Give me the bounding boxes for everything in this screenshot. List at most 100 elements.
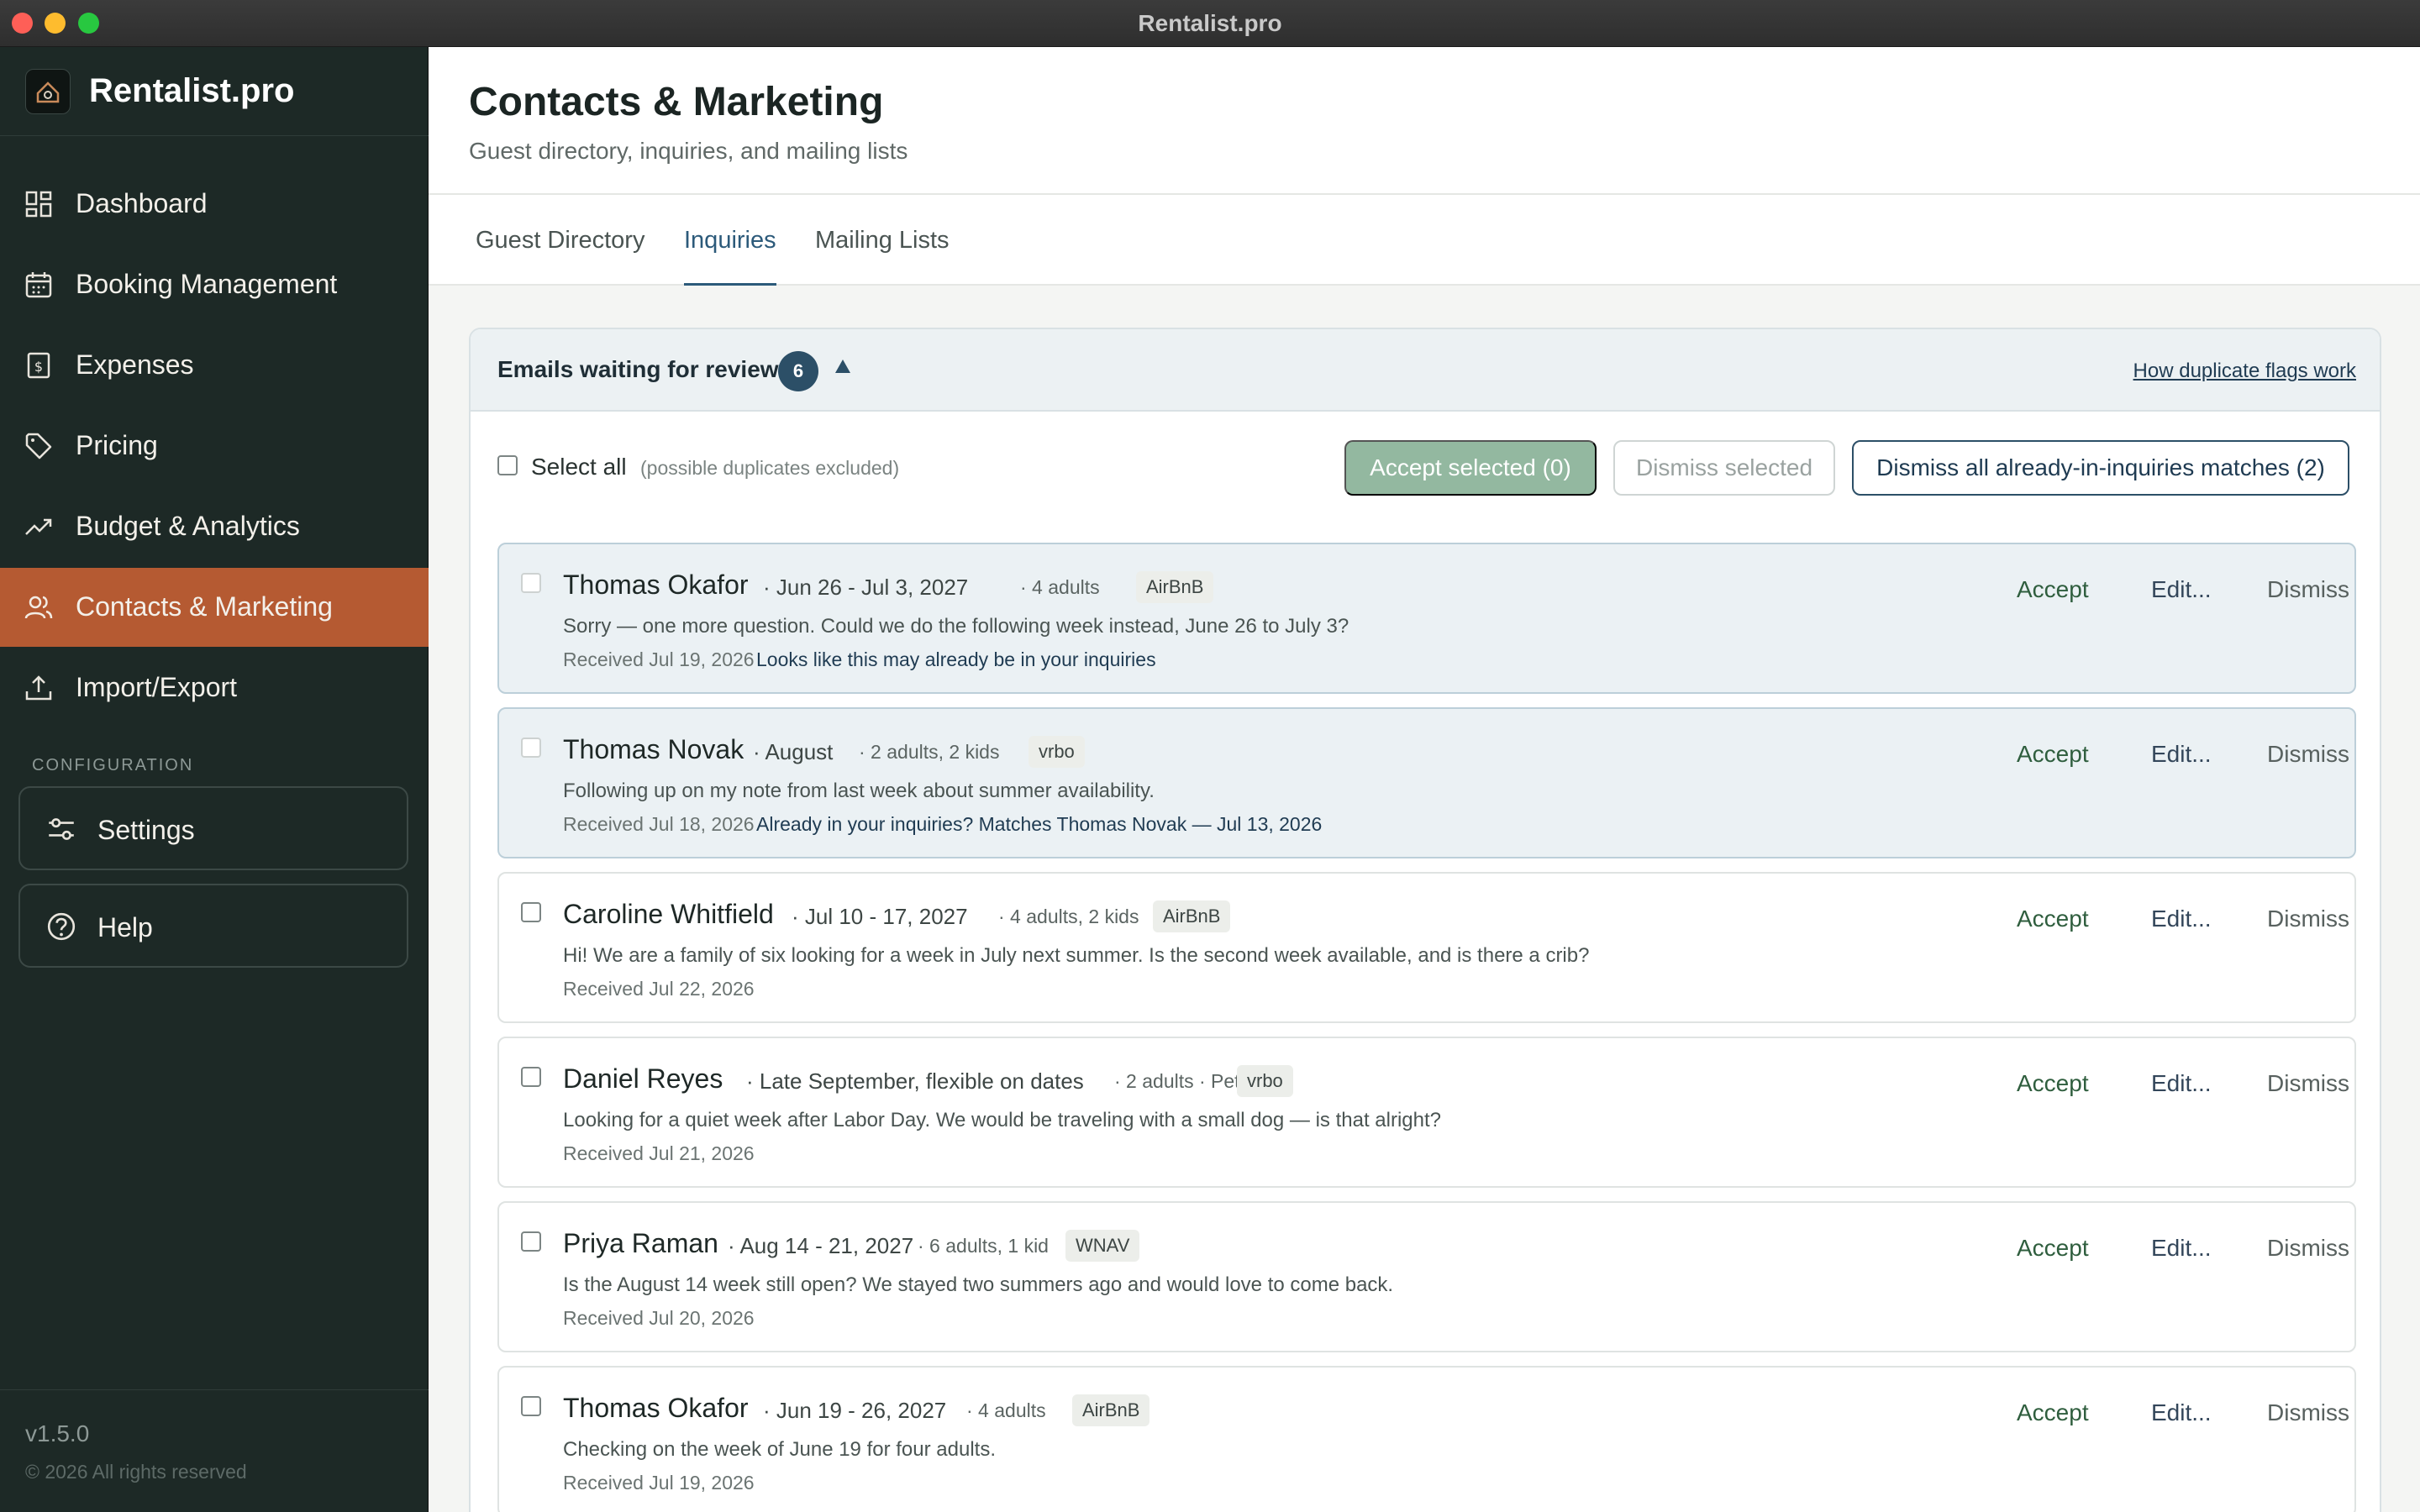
source-badge: AirBnB xyxy=(1136,571,1214,603)
source-badge: AirBnB xyxy=(1072,1394,1150,1426)
tag-icon xyxy=(25,433,52,459)
dismiss-button[interactable]: Dismiss xyxy=(2267,1399,2349,1426)
window-title: Rentalist.pro xyxy=(1138,10,1282,36)
sidebar-item-label: Expenses xyxy=(76,349,194,380)
edit-button[interactable]: Edit... xyxy=(2151,1070,2212,1097)
edit-button[interactable]: Edit... xyxy=(2151,576,2212,603)
edit-button[interactable]: Edit... xyxy=(2151,906,2212,932)
accept-button[interactable]: Accept xyxy=(2017,906,2089,932)
sidebar-item-dashboard[interactable]: Dashboard xyxy=(0,165,429,244)
guest-name: Caroline Whitfield xyxy=(563,899,774,929)
review-panel-header[interactable]: Emails waiting for review 6 How duplicat… xyxy=(471,329,2380,412)
inquiry-card: Priya Raman · Aug 14 - 21, 2027 · 6 adul… xyxy=(497,1201,2356,1352)
edit-button[interactable]: Edit... xyxy=(2151,1235,2212,1262)
settings-button[interactable]: Settings xyxy=(18,786,408,870)
sidebar-item-contacts-marketing[interactable]: Contacts & Marketing xyxy=(0,568,429,647)
inquiry-card: Thomas Okafor · Jun 19 - 26, 2027 · 4 ad… xyxy=(497,1366,2356,1512)
guest-count: · 4 adults xyxy=(1020,576,1100,598)
help-button[interactable]: Help xyxy=(18,884,408,968)
inquiry-checkbox[interactable] xyxy=(521,902,541,922)
main-content: Contacts & Marketing Guest directory, in… xyxy=(429,47,2420,1512)
collapse-caret-icon[interactable] xyxy=(835,360,850,373)
page-header: Contacts & Marketing Guest directory, in… xyxy=(429,47,2420,195)
sidebar-item-label: Import/Export xyxy=(76,672,238,702)
guest-count: · 2 adults, 2 kids xyxy=(859,741,1000,763)
dismiss-button[interactable]: Dismiss xyxy=(2267,906,2349,932)
review-panel-title: Emails waiting for review xyxy=(497,356,779,382)
inquiry-card: Daniel Reyes · Late September, flexible … xyxy=(497,1037,2356,1188)
stay-dates: · Late September, flexible on dates xyxy=(746,1068,1084,1094)
sidebar-item-label: Contacts & Marketing xyxy=(76,591,333,622)
guest-name: Priya Raman xyxy=(563,1228,718,1258)
select-all-checkbox[interactable] xyxy=(497,455,518,475)
dismiss-all-matches-button[interactable]: Dismiss all already-in-inquiries matches… xyxy=(1852,440,2349,496)
inquiry-checkbox[interactable] xyxy=(521,738,541,758)
app-logo-icon xyxy=(25,69,71,114)
accept-button[interactable]: Accept xyxy=(2017,1399,2089,1426)
brand: Rentalist.pro xyxy=(0,47,429,136)
inquiry-card: Thomas Novak · August · 2 adults, 2 kids… xyxy=(497,707,2356,858)
select-all-note: (possible duplicates excluded) xyxy=(640,457,900,479)
edit-button[interactable]: Edit... xyxy=(2151,741,2212,768)
sidebar-item-label: Budget & Analytics xyxy=(76,511,300,541)
dismiss-button[interactable]: Dismiss xyxy=(2267,741,2349,768)
sidebar-item-budget-analytics[interactable]: Budget & Analytics xyxy=(0,487,429,566)
duplicate-flag: Already in your inquiries? Matches Thoma… xyxy=(756,813,1323,835)
sidebar-item-expenses[interactable]: $ Expenses xyxy=(0,326,429,405)
accept-button[interactable]: Accept xyxy=(2017,1235,2089,1262)
inquiry-message: Is the August 14 week still open? We sta… xyxy=(563,1273,1394,1296)
stay-dates: · Jun 19 - 26, 2027 xyxy=(763,1398,947,1423)
received-date: Received Jul 20, 2026 xyxy=(563,1307,755,1329)
settings-label: Settings xyxy=(97,815,195,845)
guest-name: Thomas Okafor xyxy=(563,1393,749,1423)
accept-selected-button[interactable]: Accept selected (0) xyxy=(1344,440,1597,496)
tab-mailing-lists[interactable]: Mailing Lists xyxy=(815,227,950,286)
brand-name: Rentalist.pro xyxy=(89,72,295,109)
help-label: Help xyxy=(97,912,153,942)
sidebar-item-import-export[interactable]: Import/Export xyxy=(0,648,429,727)
copyright: © 2026 All rights reserved xyxy=(25,1461,247,1483)
window-titlebar: Rentalist.pro xyxy=(0,0,2420,47)
svg-text:$: $ xyxy=(34,359,43,375)
sidebar-item-booking-management[interactable]: Booking Management xyxy=(0,245,429,324)
accept-button[interactable]: Accept xyxy=(2017,1070,2089,1097)
tab-inquiries[interactable]: Inquiries xyxy=(684,227,776,286)
users-icon xyxy=(24,596,53,619)
inquiry-card: Caroline Whitfield · Jul 10 - 17, 2027 ·… xyxy=(497,872,2356,1023)
inquiry-checkbox[interactable] xyxy=(521,1067,541,1087)
inquiry-checkbox[interactable] xyxy=(521,1231,541,1252)
select-all-label: Select all xyxy=(531,454,627,480)
received-date: Received Jul 19, 2026 xyxy=(563,1472,755,1494)
received-date: Received Jul 22, 2026 xyxy=(563,978,755,1000)
sliders-icon xyxy=(49,818,74,840)
stay-dates: · Jun 26 - Jul 3, 2027 xyxy=(763,575,969,600)
guest-name: Thomas Novak xyxy=(563,734,744,764)
source-badge: vrbo xyxy=(1028,736,1085,768)
source-badge: AirBnB xyxy=(1153,900,1231,932)
accept-button[interactable]: Accept xyxy=(2017,741,2089,768)
duplicate-flags-help-link[interactable]: How duplicate flags work xyxy=(2133,360,2356,383)
inquiry-checkbox[interactable] xyxy=(521,1396,541,1416)
duplicate-flag: Looks like this may already be in your i… xyxy=(756,648,1156,670)
dismiss-button[interactable]: Dismiss xyxy=(2267,576,2349,603)
stay-dates: · Jul 10 - 17, 2027 xyxy=(792,904,968,929)
sidebar: Rentalist.pro Dashboard Booking Manageme… xyxy=(0,47,429,1512)
review-panel: Emails waiting for review 6 How duplicat… xyxy=(469,328,2381,1512)
inquiry-message: Hi! We are a family of six looking for a… xyxy=(563,944,1590,967)
dismiss-button[interactable]: Dismiss xyxy=(2267,1070,2349,1097)
guest-count: · 2 adults · Pet xyxy=(1114,1070,1240,1092)
dismiss-button[interactable]: Dismiss xyxy=(2267,1235,2349,1262)
guest-count: · 4 adults, 2 kids xyxy=(998,906,1139,927)
edit-button[interactable]: Edit... xyxy=(2151,1399,2212,1426)
tab-guest-directory[interactable]: Guest Directory xyxy=(476,227,644,286)
stay-dates: · August xyxy=(753,739,834,764)
dismiss-selected-button[interactable]: Dismiss selected xyxy=(1613,440,1835,496)
app-version: v1.5.0 xyxy=(25,1420,90,1446)
inquiry-checkbox[interactable] xyxy=(521,573,541,593)
help-icon xyxy=(47,912,76,941)
configuration-label: CONFIGURATION xyxy=(32,756,194,774)
trend-icon xyxy=(25,518,52,535)
sidebar-item-pricing[interactable]: Pricing xyxy=(0,407,429,486)
accept-button[interactable]: Accept xyxy=(2017,576,2089,603)
review-toolbar: Select all (possible duplicates excluded… xyxy=(471,412,2380,516)
